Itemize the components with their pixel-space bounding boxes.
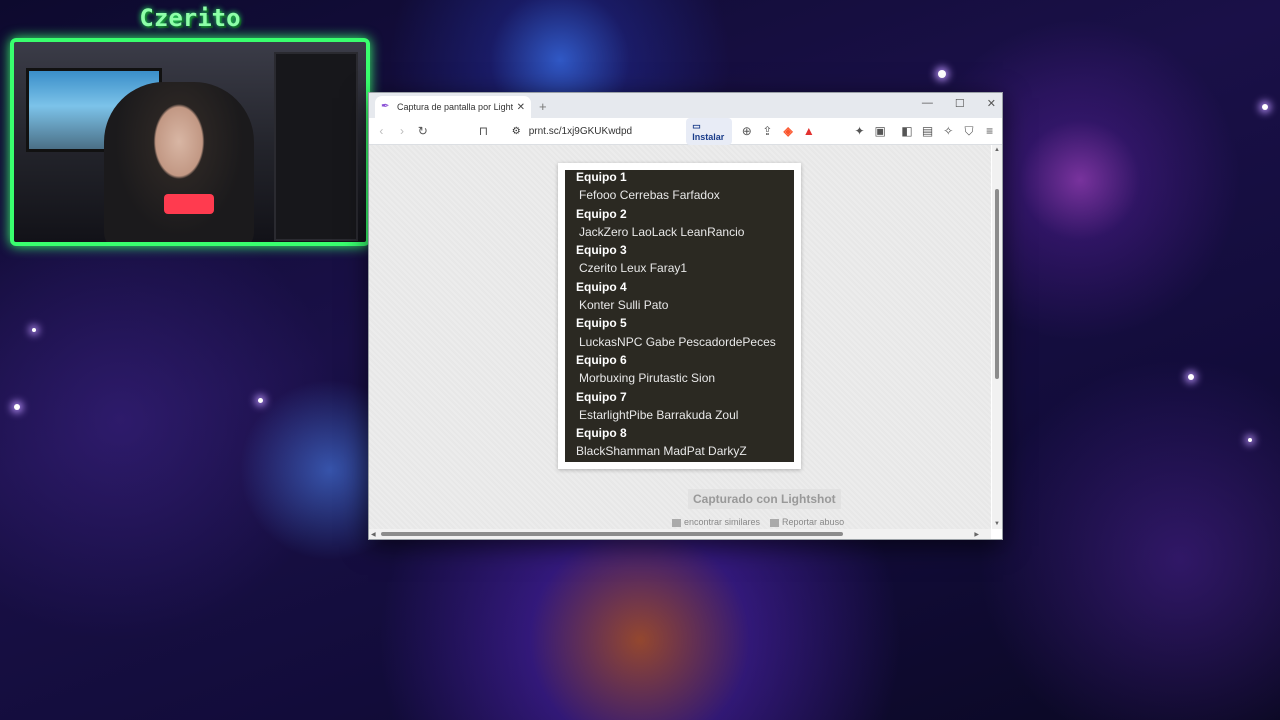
wallet-icon[interactable]: ▤ [921, 124, 934, 138]
find-similar-link[interactable]: encontrar similares [672, 517, 760, 527]
report-abuse-label: Reportar abuso [782, 517, 845, 527]
zoom-icon[interactable]: ⊕ [740, 124, 753, 138]
page-content: Equipo 1 Fefooo Cerrebas Farfadox Equipo… [369, 145, 991, 529]
reload-icon[interactable]: ↻ [416, 124, 429, 138]
install-label: Instalar [692, 131, 725, 142]
webcam-microphone [164, 194, 214, 214]
team-heading: Equipo 2 [576, 206, 627, 221]
team-heading: Equipo 8 [576, 426, 627, 441]
team-heading: Equipo 1 [576, 170, 627, 184]
star [32, 328, 36, 332]
scroll-right-icon[interactable]: ▶ [974, 531, 979, 538]
footer-links: encontrar similares Reportar abuso [672, 517, 844, 527]
window-controls: — ☐ ✕ [922, 97, 996, 110]
maximize-button[interactable]: ☐ [955, 97, 965, 110]
install-button[interactable]: ▭ Instalar [686, 117, 733, 145]
star [1188, 374, 1194, 380]
star [258, 398, 263, 403]
scroll-left-icon[interactable]: ◀ [371, 531, 376, 538]
camera-icon [672, 518, 681, 527]
tab-title: Captura de pantalla por Lightshot [397, 102, 513, 112]
star [14, 404, 20, 410]
browser-tab[interactable]: ✒ Captura de pantalla por Lightshot ✕ [375, 96, 531, 118]
minimize-button[interactable]: — [922, 97, 933, 110]
close-tab-icon[interactable]: ✕ [517, 102, 525, 113]
star [1248, 438, 1252, 442]
team-heading: Equipo 3 [576, 243, 627, 258]
vpn-icon[interactable]: ⛉ [963, 124, 976, 139]
scroll-up-icon[interactable]: ▲ [994, 147, 1000, 153]
forward-icon[interactable]: › [396, 124, 409, 138]
team-members: BlackShamman MadPat DarkyZ [576, 444, 747, 459]
star [1262, 104, 1268, 110]
team-members: Czerito Leux Faray1 [579, 261, 688, 276]
horizontal-scroll-thumb[interactable] [381, 532, 843, 536]
team-heading: Equipo 6 [576, 352, 627, 367]
share-icon[interactable]: ⇪ [761, 124, 774, 138]
close-window-button[interactable]: ✕ [987, 97, 996, 110]
title-bar: ✒ Captura de pantalla por Lightshot ✕ + … [369, 93, 1002, 118]
team-members: Fefooo Cerrebas Farfadox [579, 188, 720, 203]
webcam-feed [10, 38, 370, 246]
site-info-icon[interactable]: ⚙ [512, 126, 521, 137]
team-list: Equipo 1 Fefooo Cerrebas Farfadox Equipo… [576, 170, 794, 461]
lightshot-favicon-icon: ✒ [381, 101, 390, 112]
scroll-down-icon[interactable]: ▼ [994, 521, 1000, 527]
reader-icon[interactable]: ▣ [874, 124, 887, 138]
extensions-icon[interactable]: ✦ [853, 124, 866, 138]
browser-window: ✒ Captura de pantalla por Lightshot ✕ + … [368, 92, 1003, 540]
report-abuse-link[interactable]: Reportar abuso [770, 517, 844, 527]
team-heading: Equipo 7 [576, 389, 627, 404]
back-icon[interactable]: ‹ [375, 124, 388, 138]
address-bar[interactable]: ⚙ prnt.sc/1xj9GKUKwdpd [512, 122, 679, 140]
new-tab-button[interactable]: + [539, 99, 547, 114]
vertical-scrollbar[interactable]: ▲ ▼ [992, 145, 1002, 529]
team-members: JackZero LaoLack LeanRancio [579, 224, 745, 239]
captured-with-lightshot: Capturado con Lightshot [688, 489, 841, 509]
screenshot-frame: Equipo 1 Fefooo Cerrebas Farfadox Equipo… [558, 163, 801, 469]
menu-icon[interactable]: ≡ [983, 124, 996, 138]
leo-ai-icon[interactable]: ✧ [942, 124, 955, 138]
brave-shields-icon[interactable]: ◈ [782, 124, 795, 138]
horizontal-scrollbar[interactable]: ◀ ▶ [369, 529, 991, 539]
team-members: EstarlightPibe Barrakuda Zoul [579, 407, 739, 422]
brave-rewards-icon[interactable]: ▲ [802, 124, 815, 138]
streamer-name: Czerito [139, 4, 241, 32]
bookmark-icon[interactable]: ⊓ [477, 124, 490, 138]
sidebar-icon[interactable]: ◧ [901, 124, 914, 138]
team-members: Konter Sulli Pato [579, 298, 669, 313]
webcam-background-shelf [274, 52, 358, 241]
browser-toolbar: ‹ › ↻ ⊓ ⚙ prnt.sc/1xj9GKUKwdpd ▭ Instala… [369, 117, 1002, 145]
vertical-scroll-thumb[interactable] [995, 189, 999, 379]
team-members: LuckasNPC Gabe PescadordePeces [579, 334, 776, 349]
flag-icon [770, 518, 780, 527]
team-heading: Equipo 4 [576, 279, 627, 294]
team-members: Morbuxing Pirutastic Sion [579, 371, 716, 386]
webcam-person [104, 82, 254, 242]
find-similar-label: encontrar similares [684, 517, 761, 527]
screenshot-image[interactable]: Equipo 1 Fefooo Cerrebas Farfadox Equipo… [565, 170, 794, 462]
url-text: prnt.sc/1xj9GKUKwdpd [528, 125, 633, 137]
star [938, 70, 946, 78]
team-heading: Equipo 5 [576, 316, 627, 331]
